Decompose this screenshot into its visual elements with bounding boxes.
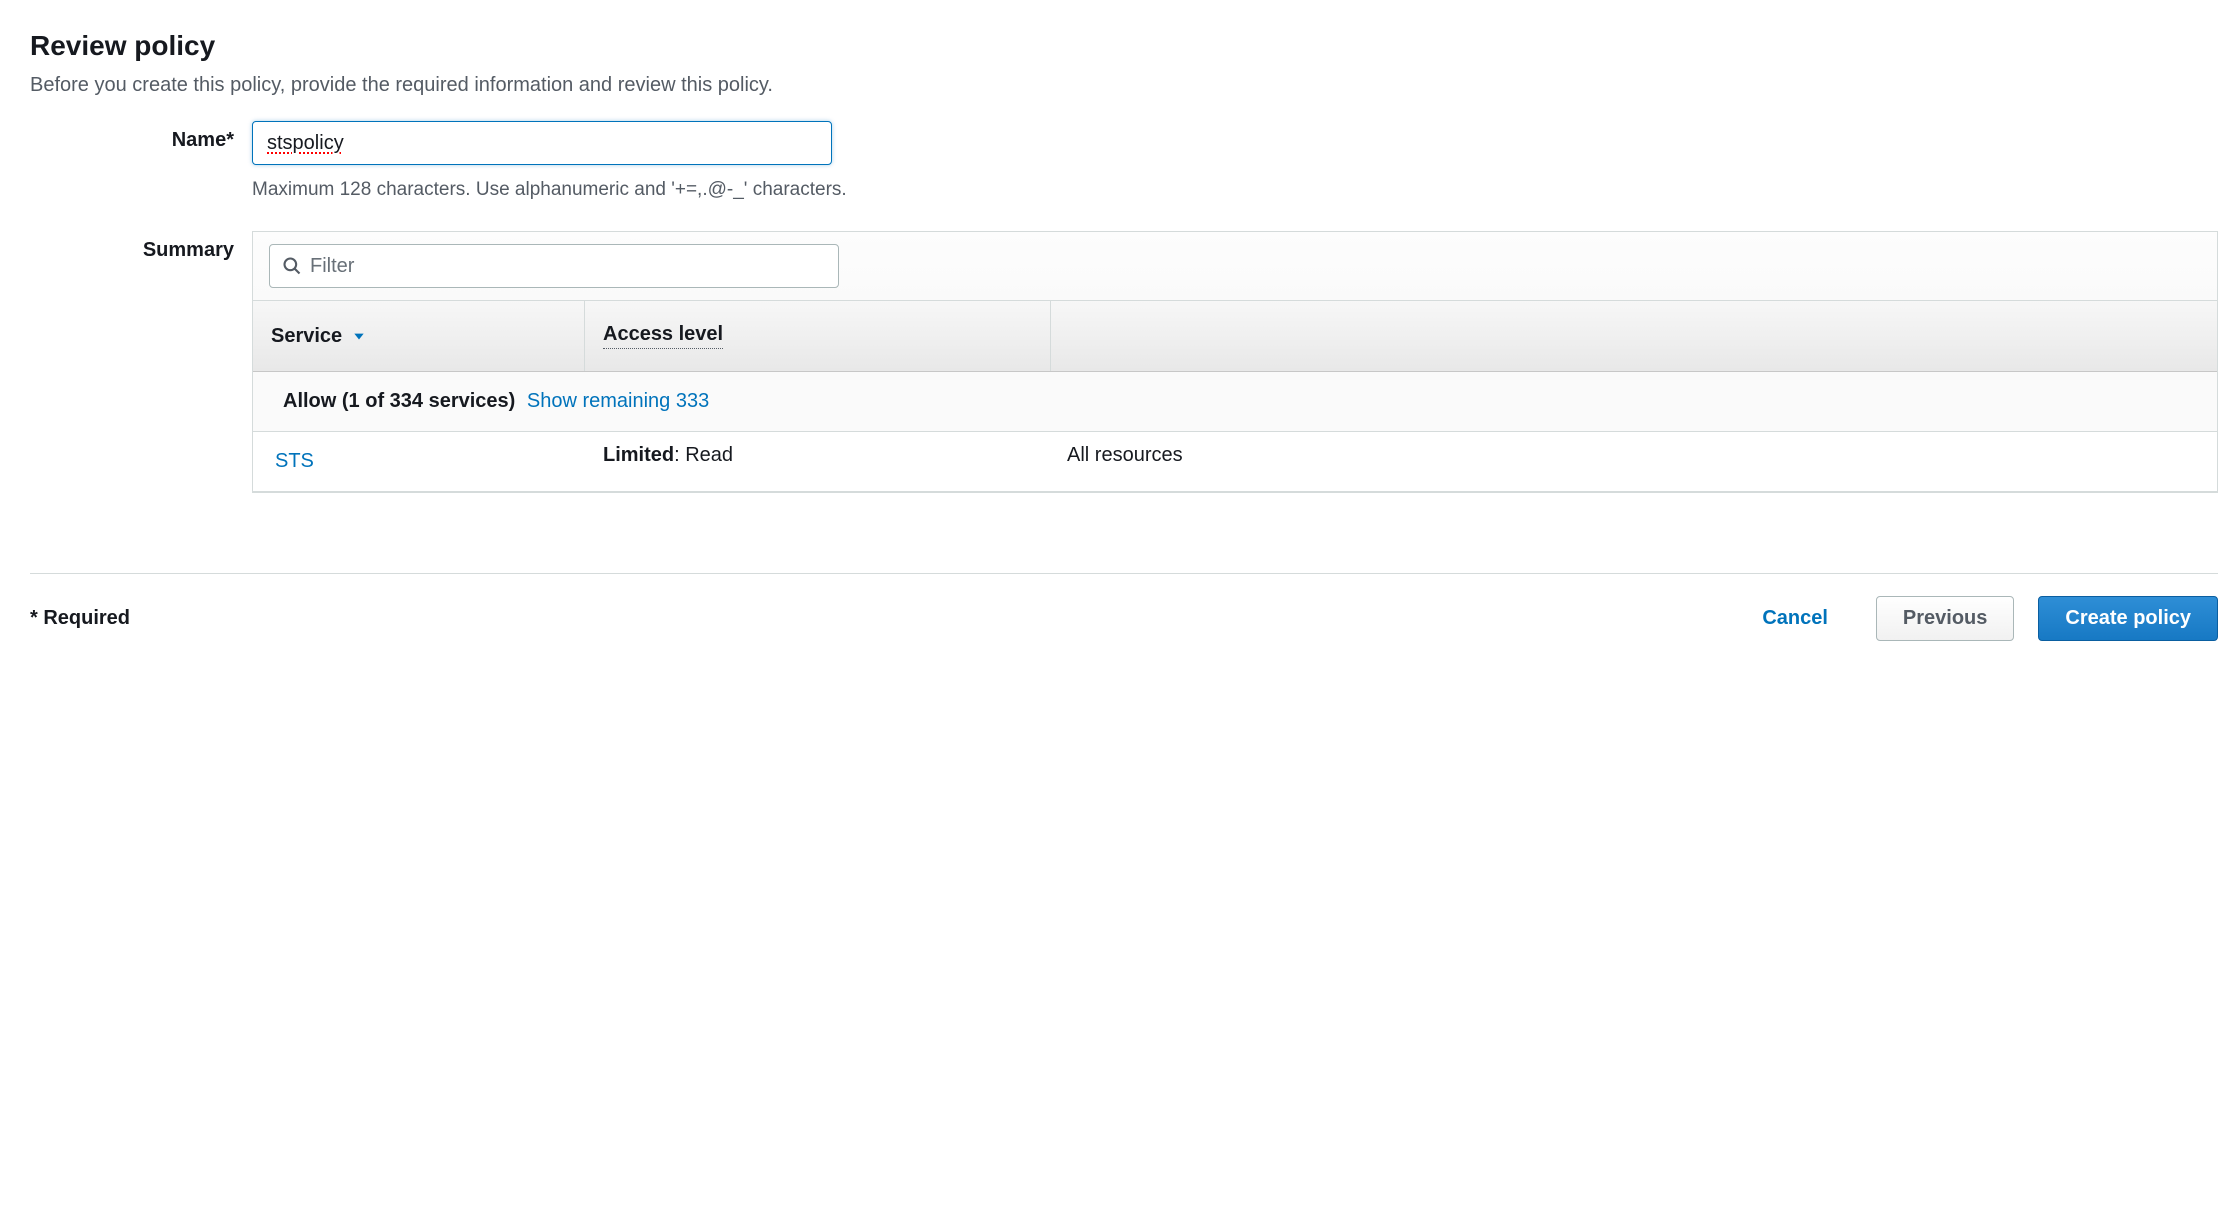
column-access-label: Access level <box>603 323 723 349</box>
allow-group-row: Allow (1 of 334 services) Show remaining… <box>253 372 2217 432</box>
column-access-level[interactable]: Access level <box>585 301 1051 371</box>
footer-row: * Required Cancel Previous Create policy <box>30 574 2218 641</box>
service-link-sts[interactable]: STS <box>253 432 585 491</box>
cancel-button[interactable]: Cancel <box>1744 597 1846 640</box>
sort-caret-icon <box>352 329 366 343</box>
name-row: Name* Maximum 128 characters. Use alphan… <box>30 121 2218 201</box>
column-resource <box>1051 301 2217 371</box>
access-suffix: : Read <box>674 444 733 466</box>
show-remaining-link[interactable]: Show remaining 333 <box>527 390 709 412</box>
filter-box[interactable] <box>269 244 839 288</box>
filter-area <box>253 232 2217 300</box>
allow-count: Allow (1 of 334 services) <box>283 390 515 412</box>
page-title: Review policy <box>30 30 2218 62</box>
required-note: * Required <box>30 607 1744 630</box>
summary-row: Summary Service Access le <box>30 231 2218 493</box>
table-header: Service Access level <box>253 300 2217 372</box>
access-limited: Limited <box>603 444 674 466</box>
create-policy-button[interactable]: Create policy <box>2038 596 2218 641</box>
resource-cell: All resources <box>1051 432 2217 491</box>
column-service-label: Service <box>271 325 342 348</box>
previous-button[interactable]: Previous <box>1876 596 2014 641</box>
summary-label: Summary <box>30 231 252 262</box>
column-service[interactable]: Service <box>253 301 585 371</box>
name-hint: Maximum 128 characters. Use alphanumeric… <box>252 179 2218 201</box>
table-row: STS Limited: Read All resources <box>253 432 2217 492</box>
name-label: Name* <box>30 121 252 152</box>
access-level-cell: Limited: Read <box>585 432 1051 491</box>
search-icon <box>282 256 302 276</box>
name-input[interactable] <box>252 121 832 165</box>
filter-input[interactable] <box>310 255 826 278</box>
page-subtitle: Before you create this policy, provide t… <box>30 74 2218 97</box>
summary-panel: Service Access level Allow (1 of 334 ser… <box>252 231 2218 493</box>
